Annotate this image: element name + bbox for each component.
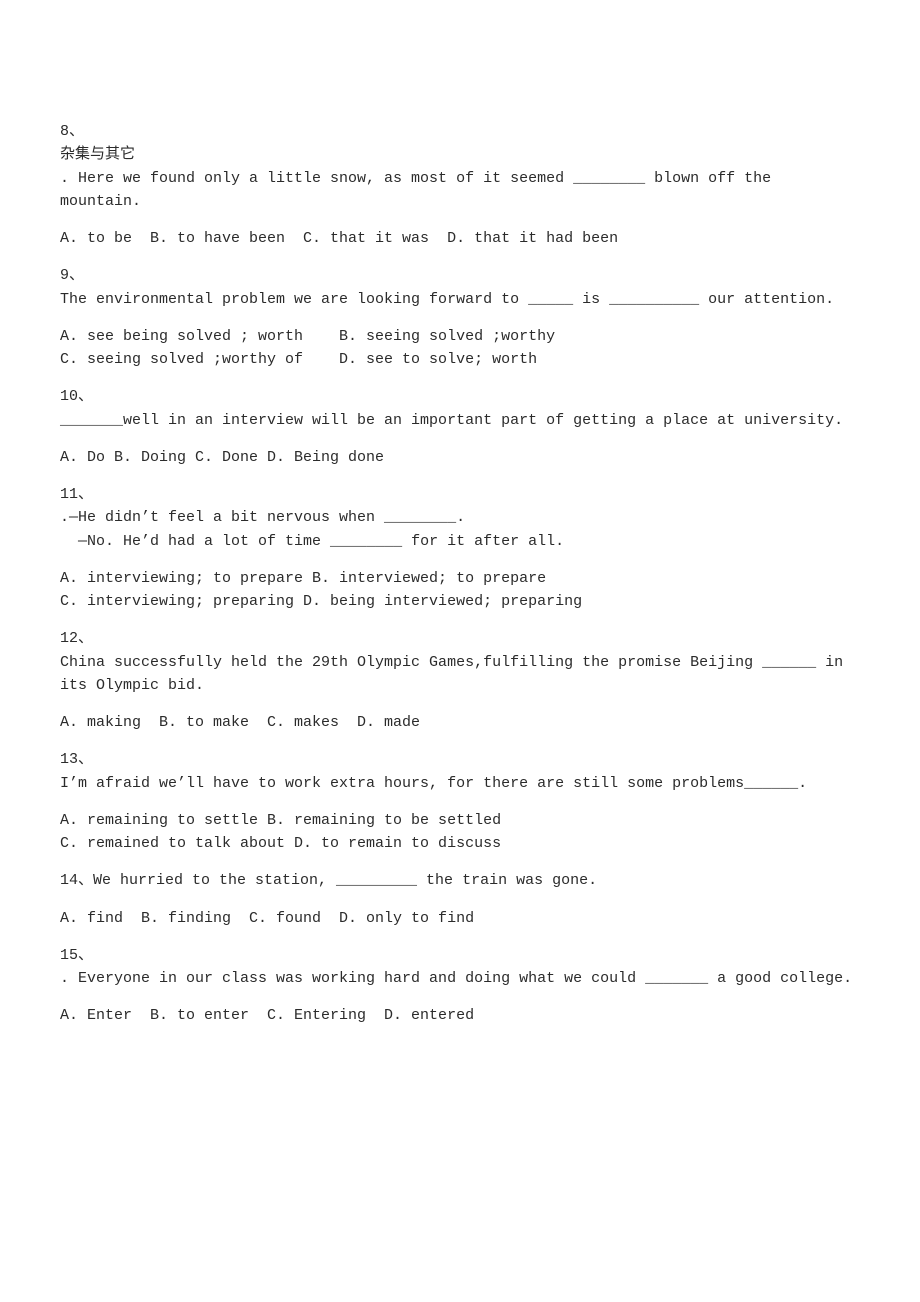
question-stem: . Everyone in our class was working hard… [60,967,860,990]
question-block: 11、.—He didn’t feel a bit nervous when _… [60,483,860,613]
spacer [60,990,860,1000]
question-stem: China successfully held the 29th Olympic… [60,651,860,698]
question-stem: _______well in an interview will be an i… [60,409,860,432]
question-options: A. Enter B. to enter C. Entering D. ente… [60,1004,860,1027]
question-block: 9、The environmental problem we are looki… [60,264,860,371]
spacer [60,311,860,321]
question-number: 15、 [60,944,860,967]
question-number: 14、We hurried to the station, _________ … [60,869,860,892]
question-block: 12、China successfully held the 29th Olym… [60,627,860,734]
question-subtitle: 杂集与其它 [60,143,860,166]
spacer [60,697,860,707]
question-number: 8、 [60,120,860,143]
spacer [60,795,860,805]
question-options: A. to be B. to have been C. that it was … [60,227,860,250]
question-stem: I’m afraid we’ll have to work extra hour… [60,772,860,795]
question-options: A. remaining to settle B. remaining to b… [60,809,860,856]
question-options: A. making B. to make C. makes D. made [60,711,860,734]
question-stem: .—He didn’t feel a bit nervous when ____… [60,506,860,553]
spacer [60,553,860,563]
question-options: A. Do B. Doing C. Done D. Being done [60,446,860,469]
question-block: 10、_______well in an interview will be a… [60,385,860,469]
question-block: 15、. Everyone in our class was working h… [60,944,860,1028]
spacer [60,893,860,903]
document-body: 8、杂集与其它. Here we found only a little sno… [60,120,860,1028]
question-number: 12、 [60,627,860,650]
question-number: 11、 [60,483,860,506]
question-number: 13、 [60,748,860,771]
question-block: 14、We hurried to the station, _________ … [60,869,860,930]
question-number: 9、 [60,264,860,287]
question-options: A. find B. finding C. found D. only to f… [60,907,860,930]
spacer [60,213,860,223]
question-options: A. interviewing; to prepare B. interview… [60,567,860,614]
spacer [60,432,860,442]
question-options: A. see being solved ; worth B. seeing so… [60,325,860,372]
question-stem: The environmental problem we are looking… [60,288,860,311]
question-block: 8、杂集与其它. Here we found only a little sno… [60,120,860,250]
question-block: 13、I’m afraid we’ll have to work extra h… [60,748,860,855]
question-number: 10、 [60,385,860,408]
question-stem: . Here we found only a little snow, as m… [60,167,860,214]
